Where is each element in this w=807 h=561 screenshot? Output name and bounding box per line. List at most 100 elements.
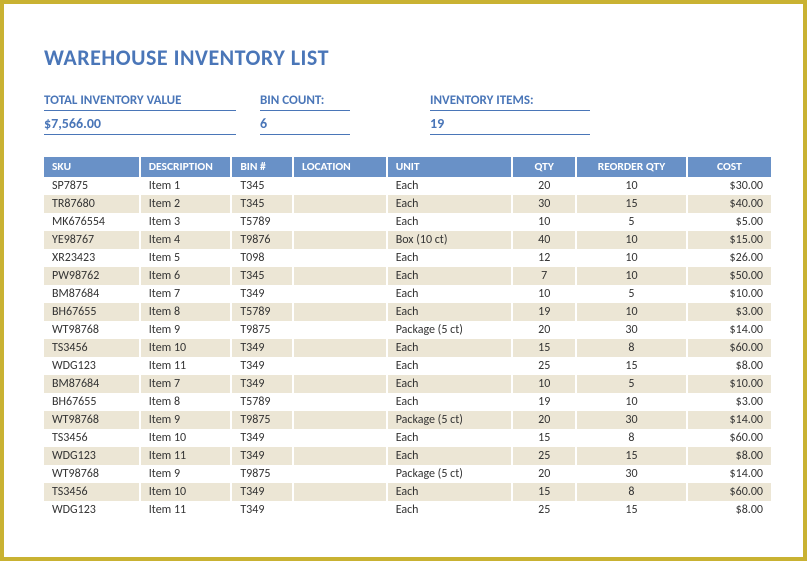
cell-bin: T5789 — [231, 213, 293, 231]
cell-qty: 40 — [512, 231, 576, 249]
cell-description: Item 9 — [140, 321, 232, 339]
cell-unit: Each — [387, 393, 513, 411]
cell-cost: $14.00 — [687, 321, 772, 339]
cell-location — [293, 375, 387, 393]
cell-reorder-qty: 5 — [576, 285, 687, 303]
table-row: TS3456Item 10T349Each158$60.00 — [44, 339, 772, 357]
cell-description: Item 7 — [140, 285, 232, 303]
cell-location — [293, 411, 387, 429]
cell-qty: 7 — [512, 267, 576, 285]
cell-qty: 25 — [512, 501, 576, 519]
cell-unit: Each — [387, 375, 513, 393]
table-row: TR87680Item 2T345Each3015$40.00 — [44, 195, 772, 213]
cell-sku: TS3456 — [44, 483, 140, 501]
cell-cost: $3.00 — [687, 393, 772, 411]
cell-unit: Each — [387, 501, 513, 519]
cell-sku: YE98767 — [44, 231, 140, 249]
cell-sku: BM87684 — [44, 375, 140, 393]
cell-bin: T349 — [231, 357, 293, 375]
cell-description: Item 11 — [140, 501, 232, 519]
table-header-row: SKU DESCRIPTION BIN # LOCATION UNIT QTY … — [44, 157, 772, 177]
cell-cost: $50.00 — [687, 267, 772, 285]
cell-unit: Each — [387, 483, 513, 501]
inventory-items-label: INVENTORY ITEMS: — [430, 93, 590, 111]
table-row: YE98767Item 4T9876Box (10 ct)4010$15.00 — [44, 231, 772, 249]
cell-description: Item 8 — [140, 393, 232, 411]
cell-bin: T349 — [231, 447, 293, 465]
cell-unit: Each — [387, 177, 513, 195]
col-cost: COST — [687, 157, 772, 177]
cell-bin: T5789 — [231, 393, 293, 411]
cell-cost: $8.00 — [687, 447, 772, 465]
bin-count-label: BIN COUNT: — [260, 93, 350, 111]
cell-bin: T9875 — [231, 321, 293, 339]
cell-reorder-qty: 30 — [576, 465, 687, 483]
cell-unit: Each — [387, 285, 513, 303]
cell-reorder-qty: 10 — [576, 267, 687, 285]
cell-bin: T349 — [231, 429, 293, 447]
cell-description: Item 5 — [140, 249, 232, 267]
inventory-items-value: 19 — [430, 113, 590, 135]
cell-unit: Package (5 ct) — [387, 465, 513, 483]
cell-qty: 12 — [512, 249, 576, 267]
cell-unit: Each — [387, 357, 513, 375]
cell-cost: $60.00 — [687, 429, 772, 447]
cell-reorder-qty: 10 — [576, 177, 687, 195]
cell-location — [293, 465, 387, 483]
cell-bin: T349 — [231, 285, 293, 303]
cell-qty: 19 — [512, 393, 576, 411]
cell-bin: T9876 — [231, 231, 293, 249]
cell-bin: T098 — [231, 249, 293, 267]
cell-qty: 15 — [512, 429, 576, 447]
cell-reorder-qty: 10 — [576, 393, 687, 411]
cell-sku: TS3456 — [44, 339, 140, 357]
cell-sku: TS3456 — [44, 429, 140, 447]
cell-qty: 30 — [512, 195, 576, 213]
cell-unit: Box (10 ct) — [387, 231, 513, 249]
cell-unit: Each — [387, 249, 513, 267]
cell-cost: $40.00 — [687, 195, 772, 213]
cell-location — [293, 231, 387, 249]
cell-cost: $10.00 — [687, 285, 772, 303]
cell-sku: MK676554 — [44, 213, 140, 231]
total-inventory-block: TOTAL INVENTORY VALUE $7,566.00 — [44, 93, 236, 135]
cell-description: Item 9 — [140, 465, 232, 483]
cell-unit: Each — [387, 303, 513, 321]
cell-cost: $10.00 — [687, 375, 772, 393]
inventory-table: SKU DESCRIPTION BIN # LOCATION UNIT QTY … — [44, 157, 773, 519]
cell-sku: TR87680 — [44, 195, 140, 213]
total-inventory-value: $7,566.00 — [44, 113, 236, 135]
cell-description: Item 2 — [140, 195, 232, 213]
cell-description: Item 8 — [140, 303, 232, 321]
cell-description: Item 7 — [140, 375, 232, 393]
col-unit: UNIT — [387, 157, 513, 177]
table-row: WT98768Item 9T9875Package (5 ct)2030$14.… — [44, 411, 772, 429]
cell-sku: WT98768 — [44, 465, 140, 483]
cell-description: Item 4 — [140, 231, 232, 249]
cell-reorder-qty: 15 — [576, 501, 687, 519]
cell-cost: $14.00 — [687, 465, 772, 483]
cell-location — [293, 393, 387, 411]
table-row: WT98768Item 9T9875Package (5 ct)2030$14.… — [44, 465, 772, 483]
cell-cost: $60.00 — [687, 483, 772, 501]
cell-unit: Each — [387, 195, 513, 213]
cell-unit: Each — [387, 267, 513, 285]
cell-bin: T349 — [231, 501, 293, 519]
cell-qty: 10 — [512, 213, 576, 231]
cell-bin: T5789 — [231, 303, 293, 321]
cell-unit: Package (5 ct) — [387, 411, 513, 429]
cell-location — [293, 321, 387, 339]
cell-description: Item 6 — [140, 267, 232, 285]
cell-qty: 15 — [512, 339, 576, 357]
table-row: XR23423Item 5T098Each1210$26.00 — [44, 249, 772, 267]
cell-reorder-qty: 5 — [576, 213, 687, 231]
cell-sku: PW98762 — [44, 267, 140, 285]
cell-reorder-qty: 10 — [576, 303, 687, 321]
cell-cost: $3.00 — [687, 303, 772, 321]
cell-cost: $5.00 — [687, 213, 772, 231]
bin-count-block: BIN COUNT: 6 — [260, 93, 350, 135]
cell-qty: 10 — [512, 285, 576, 303]
cell-reorder-qty: 8 — [576, 429, 687, 447]
cell-description: Item 1 — [140, 177, 232, 195]
cell-location — [293, 267, 387, 285]
